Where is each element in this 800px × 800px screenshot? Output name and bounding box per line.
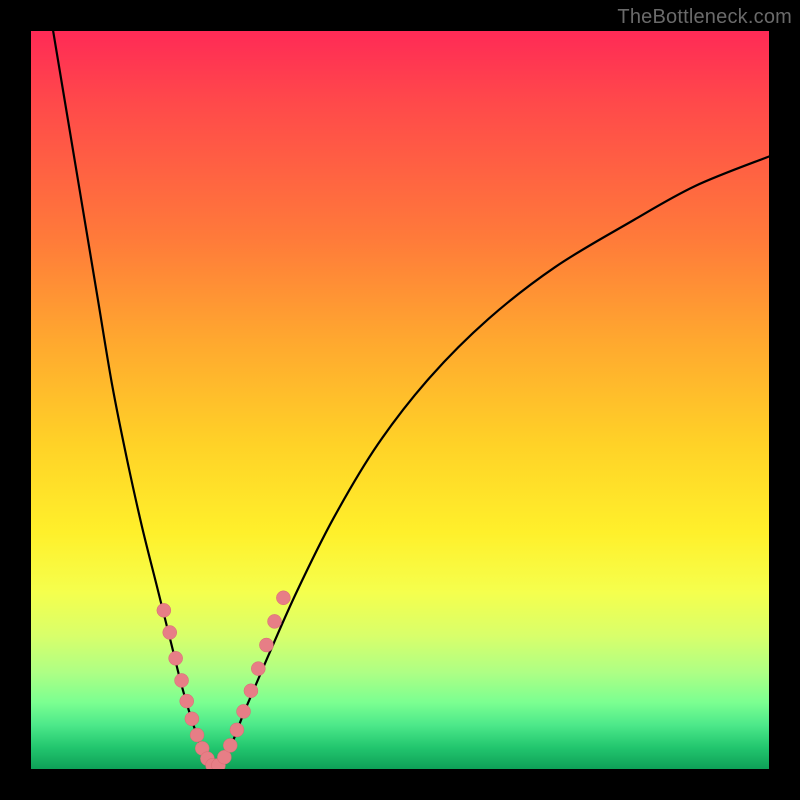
bead xyxy=(223,738,237,752)
bead xyxy=(259,638,273,652)
bead xyxy=(190,728,204,742)
beads-left xyxy=(157,603,220,769)
chart-svg xyxy=(31,31,769,769)
bead xyxy=(268,614,282,628)
bead xyxy=(180,694,194,708)
bead xyxy=(230,723,244,737)
chart-frame xyxy=(31,31,769,769)
bead xyxy=(237,704,251,718)
curve-right-arm xyxy=(216,156,770,769)
bead xyxy=(175,673,189,687)
bead xyxy=(185,712,199,726)
curve-left-arm xyxy=(53,31,215,769)
watermark-text: TheBottleneck.com xyxy=(617,6,792,29)
bead xyxy=(163,625,177,639)
beads-right xyxy=(211,591,290,769)
bead xyxy=(276,591,290,605)
bead xyxy=(157,603,171,617)
bead xyxy=(251,662,265,676)
bead xyxy=(169,651,183,665)
bead xyxy=(244,684,258,698)
